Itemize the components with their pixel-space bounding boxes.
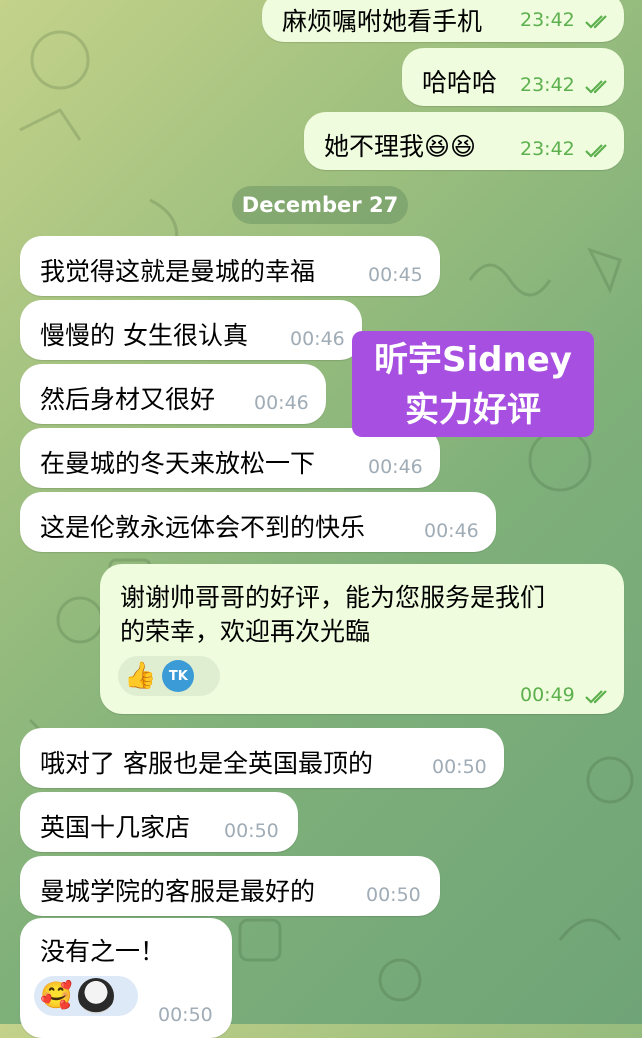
- message-bubble[interactable]: 在曼城的冬天来放松一下 00:46: [20, 428, 440, 488]
- message-bubble[interactable]: 慢慢的 女生很认真 00:46: [20, 300, 362, 360]
- reaction-pill[interactable]: 👍 TK: [118, 656, 220, 696]
- double-check-icon: [585, 690, 607, 704]
- message-bubble[interactable]: 谢谢帅哥哥的好评，能为您服务是我们 的荣幸，欢迎再次光臨 👍 TK 00:49: [100, 564, 624, 714]
- message-text: 这是伦敦永远体会不到的快乐: [40, 513, 366, 542]
- message-time: 00:46: [424, 520, 479, 542]
- message-text: 哈哈哈: [422, 68, 498, 97]
- message-text: 英国十几家店: [40, 813, 191, 842]
- message-text: 我觉得这就是曼城的幸福: [40, 257, 316, 286]
- message-bubble[interactable]: 然后身材又很好 00:46: [20, 364, 326, 424]
- message-text: 没有之一！: [40, 937, 166, 966]
- message-time: 00:50: [158, 1004, 213, 1026]
- double-check-icon: [585, 15, 607, 29]
- message-time: 00:46: [290, 328, 345, 350]
- double-check-icon: [585, 144, 607, 158]
- message-bubble[interactable]: 没有之一！ 🥰 00:50: [20, 918, 232, 1038]
- promo-watermark: 昕宇Sidney 实力好评: [352, 331, 594, 437]
- smiling-face-hearts-icon: 🥰: [40, 981, 73, 1011]
- double-check-icon: [585, 80, 607, 94]
- message-time: 00:50: [366, 884, 421, 906]
- watermark-line1: 昕宇Sidney: [374, 340, 572, 380]
- message-bubble[interactable]: 她不理我😆😆 23:42: [304, 112, 624, 170]
- message-bubble[interactable]: 麻烦嘱咐她看手机 23:42: [262, 0, 624, 42]
- reactor-avatar: TK: [162, 660, 195, 692]
- message-text: 在曼城的冬天来放松一下: [40, 449, 316, 478]
- reactor-avatar: [78, 978, 115, 1014]
- message-time: 23:42: [520, 74, 575, 96]
- watermark-line2: 实力好评: [405, 390, 541, 430]
- message-time: 00:50: [224, 820, 279, 842]
- message-text: 哦对了 客服也是全英国最顶的: [40, 749, 373, 778]
- message-text-line2: 的荣幸，欢迎再次光臨: [120, 617, 371, 646]
- message-time: 00:50: [432, 756, 487, 778]
- message-time: 23:42: [520, 138, 575, 160]
- message-text: 然后身材又很好: [40, 385, 216, 414]
- date-separator: December 27: [232, 186, 408, 224]
- message-time: 00:46: [254, 392, 309, 414]
- message-text: 曼城学院的客服是最好的: [40, 877, 316, 906]
- message-bubble[interactable]: 曼城学院的客服是最好的 00:50: [20, 856, 440, 916]
- message-text: 她不理我😆😆: [324, 132, 477, 161]
- message-bubble[interactable]: 我觉得这就是曼城的幸福 00:45: [20, 236, 440, 296]
- message-time: 23:42: [520, 9, 575, 31]
- thumbs-up-icon: 👍: [124, 661, 157, 691]
- message-bubble[interactable]: 英国十几家店 00:50: [20, 792, 298, 852]
- message-bubble[interactable]: 哦对了 客服也是全英国最顶的 00:50: [20, 728, 504, 788]
- message-text-line1: 谢谢帅哥哥的好评，能为您服务是我们: [120, 583, 546, 612]
- message-time: 00:45: [368, 264, 423, 286]
- message-text: 慢慢的 女生很认真: [40, 321, 248, 350]
- reaction-pill[interactable]: 🥰: [34, 976, 138, 1016]
- message-bubble[interactable]: 哈哈哈 23:42: [402, 48, 624, 106]
- message-time: 00:46: [368, 456, 423, 478]
- message-bubble[interactable]: 这是伦敦永远体会不到的快乐 00:46: [20, 492, 496, 552]
- message-text: 麻烦嘱咐她看手机: [282, 7, 483, 36]
- message-time: 00:49: [520, 684, 575, 706]
